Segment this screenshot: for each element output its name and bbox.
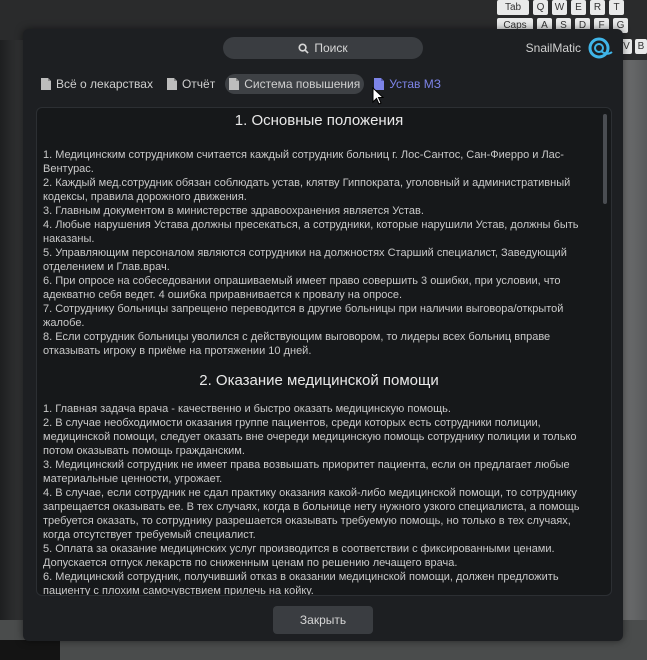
key-r[interactable]: R	[590, 0, 605, 15]
list-item: 6. При опросе на собеседовании опрашивае…	[43, 275, 561, 301]
list-item: 5. Оплата за оказание медицинских услуг …	[43, 543, 555, 569]
tab-promotion-system[interactable]: Система повышения	[225, 74, 365, 94]
mouse-cursor-icon	[372, 87, 384, 105]
brand-name: SnailMatic	[525, 41, 581, 55]
search-label: Поиск	[314, 41, 348, 55]
section-title: 2. Оказание медицинской помощи	[199, 372, 439, 389]
key-t[interactable]: T	[609, 0, 624, 15]
search-bar[interactable]: Поиск	[223, 37, 423, 59]
tab-drugs[interactable]: Всё о лекарствах	[37, 74, 157, 94]
list-item: 3. Главным документом в министерстве здр…	[43, 205, 424, 217]
list-item: 4. Любые нарушения Устава должны пресека…	[43, 219, 579, 245]
key-tab[interactable]: Tab	[497, 0, 529, 15]
section-items: 1. Главная задача врача - качественно и …	[43, 402, 595, 595]
list-item: 8. Если сотрудник больницы уволился с де…	[43, 331, 551, 357]
tab-label: Система повышения	[244, 77, 361, 91]
key-w[interactable]: W	[552, 0, 567, 15]
list-item: 1. Медицинским сотрудником считается каж…	[43, 149, 564, 175]
tab-label: Всё о лекарствах	[56, 77, 153, 91]
list-item: 3. Медицинский сотрудник не имеет права …	[43, 459, 570, 485]
document-icon	[166, 78, 177, 90]
tab-report[interactable]: Отчёт	[163, 74, 219, 94]
key-b[interactable]: B	[635, 39, 647, 54]
list-item: 2. Каждый мед.сотрудник обязан соблюдать…	[43, 177, 571, 203]
charter-window: Поиск SnailMatic Всё о лекарствах Отчёт	[23, 29, 623, 641]
document-icon	[229, 78, 240, 90]
background-floor-shadow	[0, 640, 60, 660]
tab-label: Отчёт	[181, 77, 216, 91]
key-q[interactable]: Q	[533, 0, 548, 15]
section-items: 1. Медицинским сотрудником считается каж…	[43, 148, 595, 358]
tab-label: Устав МЗ	[389, 77, 442, 91]
list-item: 2. В случае необходимости оказания групп…	[43, 417, 577, 457]
section-title: 1. Основные положения	[234, 112, 404, 129]
close-button[interactable]: Закрыть	[273, 606, 373, 634]
list-item: 6. Медицинский сотрудник, получивший отк…	[43, 571, 559, 595]
document-icon	[41, 78, 51, 90]
brand: SnailMatic	[511, 35, 623, 61]
background-pillar-right	[622, 60, 647, 660]
key-e[interactable]: E	[571, 0, 586, 15]
document-content[interactable]: 1. Основные положения 1. Медицинским сот…	[36, 107, 612, 596]
list-item: 7. Сотруднику больницы запрещено перевод…	[43, 303, 564, 329]
list-item: 1. Главная задача врача - качественно и …	[43, 403, 451, 415]
document-scroll-area[interactable]: 1. Основные положения 1. Медицинским сот…	[37, 108, 601, 595]
search-icon	[298, 42, 310, 54]
list-item: 4. В случае, если сотрудник не сдал прак…	[43, 487, 580, 541]
scrollbar[interactable]	[603, 114, 607, 204]
list-item: 5. Управляющим персоналом являются сотру…	[43, 247, 567, 273]
snail-logo-icon	[588, 37, 613, 59]
